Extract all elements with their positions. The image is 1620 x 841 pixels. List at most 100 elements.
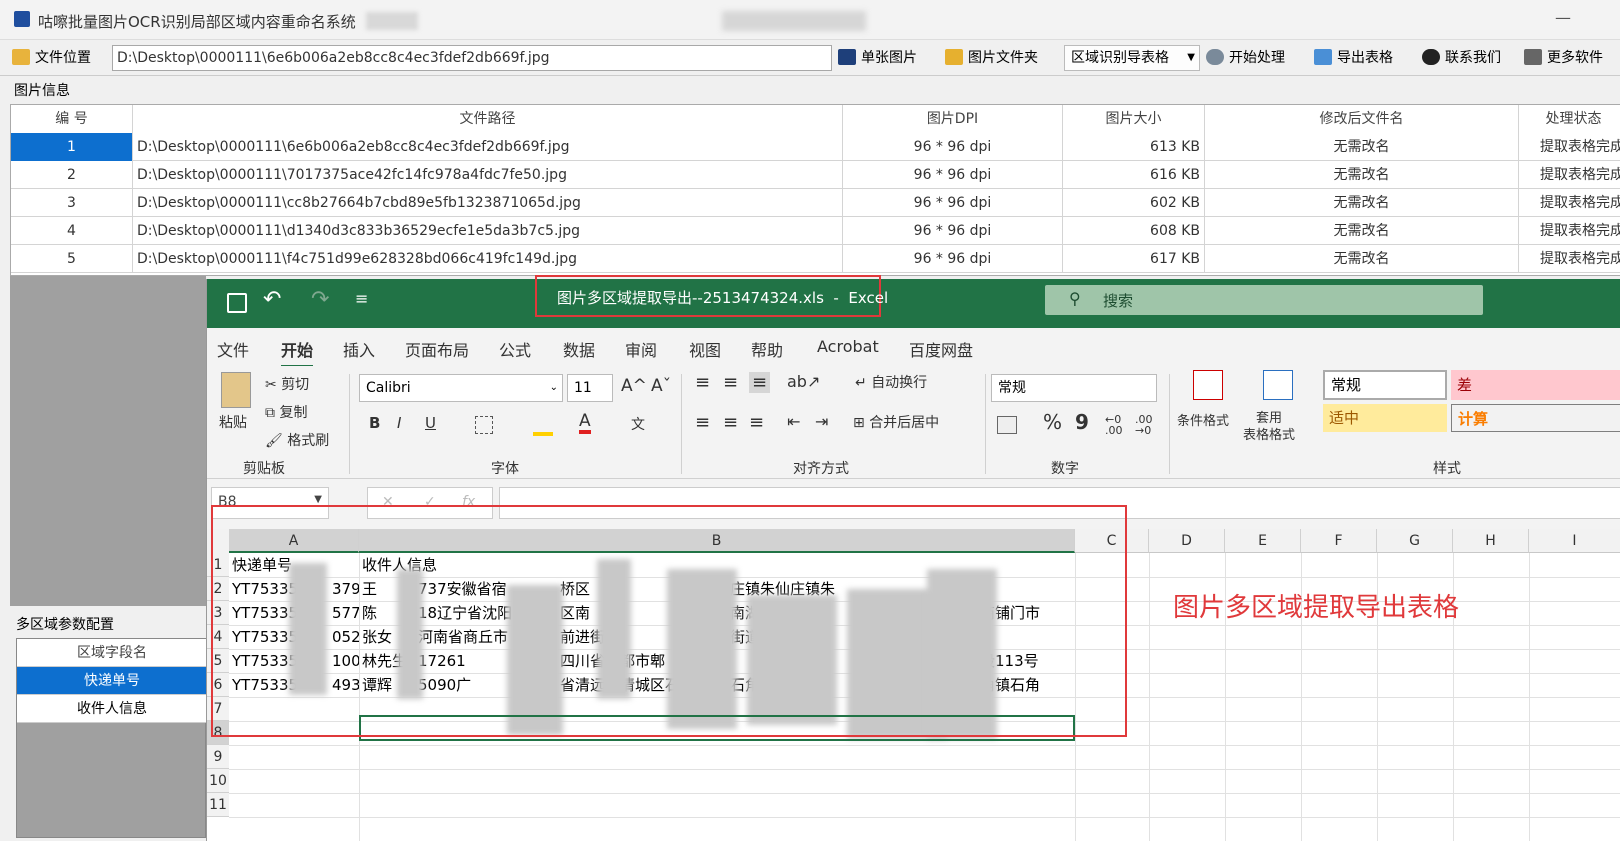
conditional-format-icon[interactable]	[1193, 370, 1223, 400]
column-header-f[interactable]: F	[1301, 529, 1377, 553]
table-row[interactable]: 3 D:\Desktop\0000111\cc8b27664b7cbd89e5fb…	[11, 189, 1620, 217]
table-cell-new-name[interactable]: 无需改名	[1205, 217, 1519, 245]
config-item-express-no[interactable]: 快递单号	[17, 667, 207, 695]
tab-review[interactable]: 审阅	[625, 337, 657, 361]
table-cell-new-name[interactable]: 无需改名	[1205, 245, 1519, 273]
table-row[interactable]: 1 D:\Desktop\0000111\6e6b006a2eb8cc8c4ec3…	[11, 133, 1620, 161]
border-icon[interactable]	[475, 416, 493, 434]
align-bottom-icon[interactable]: ≡	[749, 372, 771, 393]
table-row[interactable]: 5 D:\Desktop\0000111\f4c751d99e628328bd06…	[11, 245, 1620, 273]
font-color-button[interactable]: A	[579, 412, 591, 434]
table-row[interactable]: 4 D:\Desktop\0000111\d1340d3c833b36529ecf…	[11, 217, 1620, 245]
table-cell-status[interactable]: 提取表格完成	[1519, 217, 1620, 245]
shrink-font-button[interactable]: Aˇ	[651, 376, 671, 396]
phonetic-button[interactable]: 文	[631, 414, 645, 434]
undo-icon[interactable]: ↶	[263, 287, 281, 312]
minimize-button[interactable]: —	[1548, 8, 1578, 30]
grow-font-button[interactable]: A^	[621, 376, 647, 396]
table-cell-path[interactable]: D:\Desktop\0000111\7017375ace42fc14fc978…	[133, 161, 843, 189]
column-header-d[interactable]: D	[1149, 529, 1225, 553]
table-cell-size[interactable]: 608 KB	[1063, 217, 1205, 245]
tab-page-layout[interactable]: 页面布局	[405, 337, 469, 361]
mode-select[interactable]: 区域识别导表格 ▼	[1064, 45, 1200, 71]
currency-icon[interactable]	[997, 416, 1017, 434]
contact-button[interactable]: 联系我们	[1422, 46, 1501, 70]
format-painter-button[interactable]: 🖌 格式刷	[265, 430, 329, 450]
tab-acrobat[interactable]: Acrobat	[817, 337, 879, 356]
copy-button[interactable]: ⧉ 复制	[265, 402, 307, 422]
table-cell-dpi[interactable]: 96 * 96 dpi	[843, 161, 1063, 189]
table-cell-num[interactable]: 4	[11, 217, 133, 245]
worksheet[interactable]: ABCDEFGHI 1 2 3 4 5 6 7 8 9 10 11 快递单号 收件人信息 YT75335…	[207, 505, 1620, 841]
search-box[interactable]: ⚲ 搜索	[1045, 285, 1483, 315]
tab-baidu[interactable]: 百度网盘	[909, 337, 973, 361]
paste-icon[interactable]	[221, 372, 251, 408]
start-button[interactable]: 开始处理	[1206, 46, 1285, 70]
style-normal[interactable]: 常规	[1323, 370, 1447, 400]
config-item-recipient[interactable]: 收件人信息	[17, 695, 207, 723]
column-header[interactable]: 修改后文件名	[1205, 105, 1519, 133]
align-center-icon[interactable]: ≡	[723, 412, 738, 433]
column-header-g[interactable]: G	[1377, 529, 1453, 553]
image-folder-button[interactable]: 图片文件夹	[945, 46, 1038, 70]
table-cell-size[interactable]: 616 KB	[1063, 161, 1205, 189]
table-cell-status[interactable]: 提取表格完成	[1519, 161, 1620, 189]
conditional-format-button[interactable]: 条件格式	[1177, 410, 1229, 429]
increase-indent-icon[interactable]: ⇥	[815, 412, 828, 431]
table-cell-path[interactable]: D:\Desktop\0000111\cc8b27664b7cbd89e5fb1…	[133, 189, 843, 217]
table-cell-path[interactable]: D:\Desktop\0000111\6e6b006a2eb8cc8c4ec3f…	[133, 133, 843, 161]
underline-button[interactable]: U	[425, 414, 436, 432]
align-left-icon[interactable]: ≡	[695, 412, 710, 433]
tab-formulas[interactable]: 公式	[499, 337, 531, 361]
tab-view[interactable]: 视图	[689, 337, 721, 361]
path-input[interactable]: D:\Desktop\0000111\6e6b006a2eb8cc8c4ec3f…	[112, 45, 832, 71]
column-header[interactable]: 图片DPI	[843, 105, 1063, 133]
paste-button[interactable]: 粘贴	[219, 412, 247, 432]
tab-home[interactable]: 开始	[281, 337, 314, 368]
table-cell-size[interactable]: 613 KB	[1063, 133, 1205, 161]
table-cell-status[interactable]: 提取表格完成	[1519, 245, 1620, 273]
column-header[interactable]: 处理状态	[1519, 105, 1620, 133]
table-cell-num[interactable]: 3	[11, 189, 133, 217]
customize-qat-icon[interactable]: ≡	[355, 289, 368, 308]
table-cell-dpi[interactable]: 96 * 96 dpi	[843, 217, 1063, 245]
table-cell-dpi[interactable]: 96 * 96 dpi	[843, 189, 1063, 217]
table-cell-size[interactable]: 602 KB	[1063, 189, 1205, 217]
table-cell-new-name[interactable]: 无需改名	[1205, 161, 1519, 189]
column-header-i[interactable]: I	[1529, 529, 1620, 553]
italic-button[interactable]: I	[397, 414, 401, 432]
table-cell-path[interactable]: D:\Desktop\0000111\d1340d3c833b36529ecfe…	[133, 217, 843, 245]
table-format-icon[interactable]	[1263, 370, 1293, 400]
percent-button[interactable]: %	[1043, 410, 1062, 434]
decrease-indent-icon[interactable]: ⇤	[787, 412, 800, 431]
font-name-select[interactable]: Calibri ⌄	[359, 374, 563, 402]
tab-file[interactable]: 文件	[217, 337, 249, 361]
increase-decimal-button[interactable]: ←0 .00	[1105, 414, 1129, 436]
table-cell-status[interactable]: 提取表格完成	[1519, 189, 1620, 217]
merge-center-button[interactable]: ⊞ 合并后居中	[853, 412, 939, 432]
table-cell-num[interactable]: 5	[11, 245, 133, 273]
save-icon[interactable]	[227, 293, 247, 313]
style-bad[interactable]: 差	[1451, 370, 1620, 400]
comma-button[interactable]: 9	[1075, 410, 1089, 434]
table-format-button[interactable]: 套用 表格格式	[1243, 410, 1295, 444]
orientation-icon[interactable]: ab↗	[787, 372, 820, 391]
table-cell-dpi[interactable]: 96 * 96 dpi	[843, 245, 1063, 273]
column-header[interactable]: 文件路径	[133, 105, 843, 133]
column-header-e[interactable]: E	[1225, 529, 1301, 553]
row-header[interactable]: 11	[207, 793, 229, 817]
decrease-decimal-button[interactable]: .00 →0	[1135, 414, 1159, 436]
table-cell-status[interactable]: 提取表格完成	[1519, 133, 1620, 161]
table-row[interactable]: 2 D:\Desktop\0000111\7017375ace42fc14fc97…	[11, 161, 1620, 189]
cut-button[interactable]: ✂ 剪切	[265, 374, 309, 394]
tab-insert[interactable]: 插入	[343, 337, 375, 361]
table-cell-size[interactable]: 617 KB	[1063, 245, 1205, 273]
style-calc[interactable]: 计算	[1451, 404, 1620, 432]
table-cell-num[interactable]: 2	[11, 161, 133, 189]
column-header[interactable]: 编 号	[11, 105, 133, 133]
table-cell-new-name[interactable]: 无需改名	[1205, 189, 1519, 217]
tab-data[interactable]: 数据	[563, 337, 595, 361]
export-button[interactable]: 导出表格	[1314, 46, 1393, 70]
align-right-icon[interactable]: ≡	[749, 412, 764, 433]
style-neutral[interactable]: 适中	[1323, 404, 1447, 432]
